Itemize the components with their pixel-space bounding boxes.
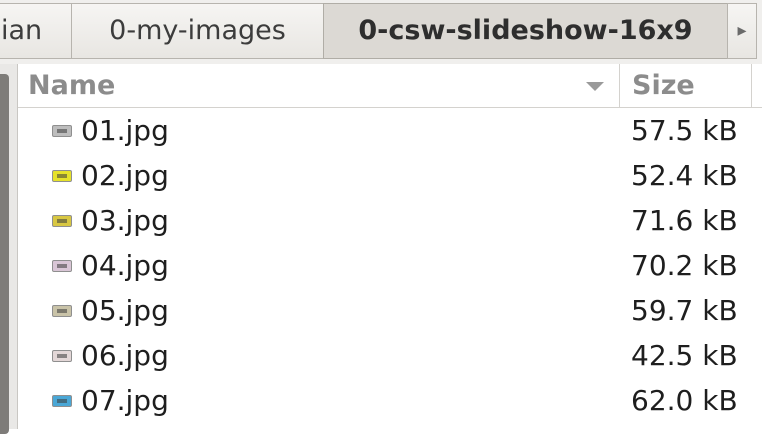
- file-row[interactable]: 05.jpg 59.7 kB: [18, 288, 762, 333]
- file-name: 07.jpg: [81, 384, 169, 417]
- file-size: 52.4 kB: [631, 159, 738, 192]
- file-row[interactable]: 02.jpg 52.4 kB: [18, 153, 762, 198]
- image-thumbnail-icon: [52, 260, 72, 272]
- file-size: 62.0 kB: [631, 384, 738, 417]
- image-thumbnail-icon: [52, 170, 72, 182]
- column-header-name[interactable]: Name: [18, 64, 620, 107]
- file-row[interactable]: 07.jpg 62.0 kB: [18, 378, 762, 423]
- breadcrumb-button-current-folder[interactable]: 0-csw-slideshow-16x9: [323, 3, 728, 59]
- image-thumbnail-icon: [52, 305, 72, 317]
- sort-descending-icon: [586, 82, 604, 91]
- file-name: 03.jpg: [81, 204, 169, 237]
- file-size: 70.2 kB: [631, 249, 738, 282]
- column-header-name-label: Name: [28, 70, 116, 101]
- file-name: 01.jpg: [81, 114, 169, 147]
- scroll-right-icon[interactable]: ▸: [727, 3, 757, 59]
- image-thumbnail-icon: [52, 350, 72, 362]
- file-size: 71.6 kB: [631, 204, 738, 237]
- image-thumbnail-icon: [52, 125, 72, 137]
- file-size: 57.5 kB: [631, 114, 738, 147]
- file-name: 05.jpg: [81, 294, 169, 327]
- file-list: 01.jpg 57.5 kB 02.jpg 52.4 kB 03.jpg 71.…: [18, 108, 762, 429]
- file-size: 59.7 kB: [631, 294, 738, 327]
- file-row[interactable]: 03.jpg 71.6 kB: [18, 198, 762, 243]
- image-thumbnail-icon: [52, 215, 72, 227]
- file-row[interactable]: 01.jpg 57.5 kB: [18, 108, 762, 153]
- file-size: 42.5 kB: [631, 339, 738, 372]
- breadcrumb-button-parent[interactable]: ian: [0, 3, 72, 59]
- sidebar-scrollbar[interactable]: [0, 64, 18, 434]
- scrollbar-thumb[interactable]: [0, 74, 9, 434]
- breadcrumb-button-my-images[interactable]: 0-my-images: [71, 3, 324, 59]
- image-thumbnail-icon: [52, 395, 72, 407]
- file-name: 06.jpg: [81, 339, 169, 372]
- file-row[interactable]: 04.jpg 70.2 kB: [18, 243, 762, 288]
- column-header-size[interactable]: Size: [620, 64, 752, 107]
- file-row[interactable]: 06.jpg 42.5 kB: [18, 333, 762, 378]
- file-name: 04.jpg: [81, 249, 169, 282]
- path-bar: ian 0-my-images 0-csw-slideshow-16x9 ▸: [0, 0, 762, 64]
- column-header-size-label: Size: [632, 70, 695, 101]
- column-header: Name Size: [18, 64, 762, 108]
- file-name: 02.jpg: [81, 159, 169, 192]
